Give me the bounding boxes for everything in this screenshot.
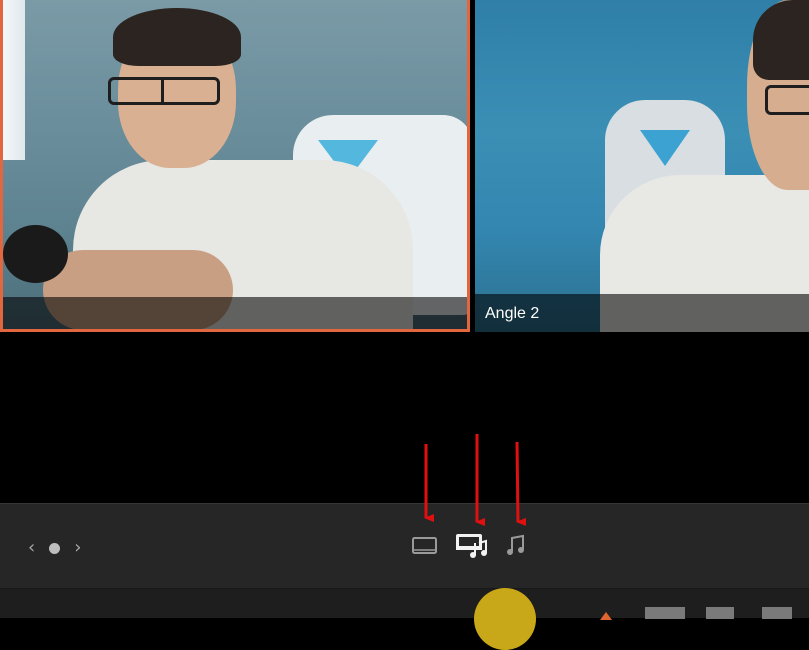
angle-2-label: Angle 2	[485, 305, 540, 322]
timeline-toolbar	[0, 589, 809, 618]
marker-icon[interactable]	[600, 612, 612, 620]
multicam-viewer: Angle 2	[0, 0, 809, 335]
snap-tool-icon[interactable]	[762, 607, 792, 619]
blade-tool-icon[interactable]	[706, 607, 734, 619]
video-icon	[412, 537, 437, 554]
playhead-handle[interactable]	[474, 588, 536, 650]
bank-indicator-dot	[49, 542, 61, 554]
angle-2-video-frame	[475, 0, 809, 332]
microphone	[3, 225, 68, 283]
angle-1-view[interactable]	[0, 0, 470, 332]
angle-1-caption-bar	[3, 297, 467, 329]
trim-tool-icon[interactable]	[645, 607, 685, 619]
audio-only-switch-button[interactable]	[502, 531, 532, 559]
av-icon	[456, 534, 487, 558]
multicam-toolbar: ‹ ›	[0, 503, 809, 589]
angle-2-caption-bar: Angle 2	[475, 294, 809, 332]
angle-2-view[interactable]: Angle 2	[475, 0, 809, 332]
angle-1-video-frame	[3, 0, 467, 329]
video-only-switch-button[interactable]	[410, 531, 440, 559]
previous-bank-button[interactable]: ‹	[28, 539, 35, 557]
audio-video-switch-button[interactable]	[455, 531, 487, 559]
angle-bank-navigation: ‹ ›	[28, 538, 81, 558]
next-bank-button[interactable]: ›	[74, 539, 81, 557]
music-note-icon	[507, 534, 524, 555]
